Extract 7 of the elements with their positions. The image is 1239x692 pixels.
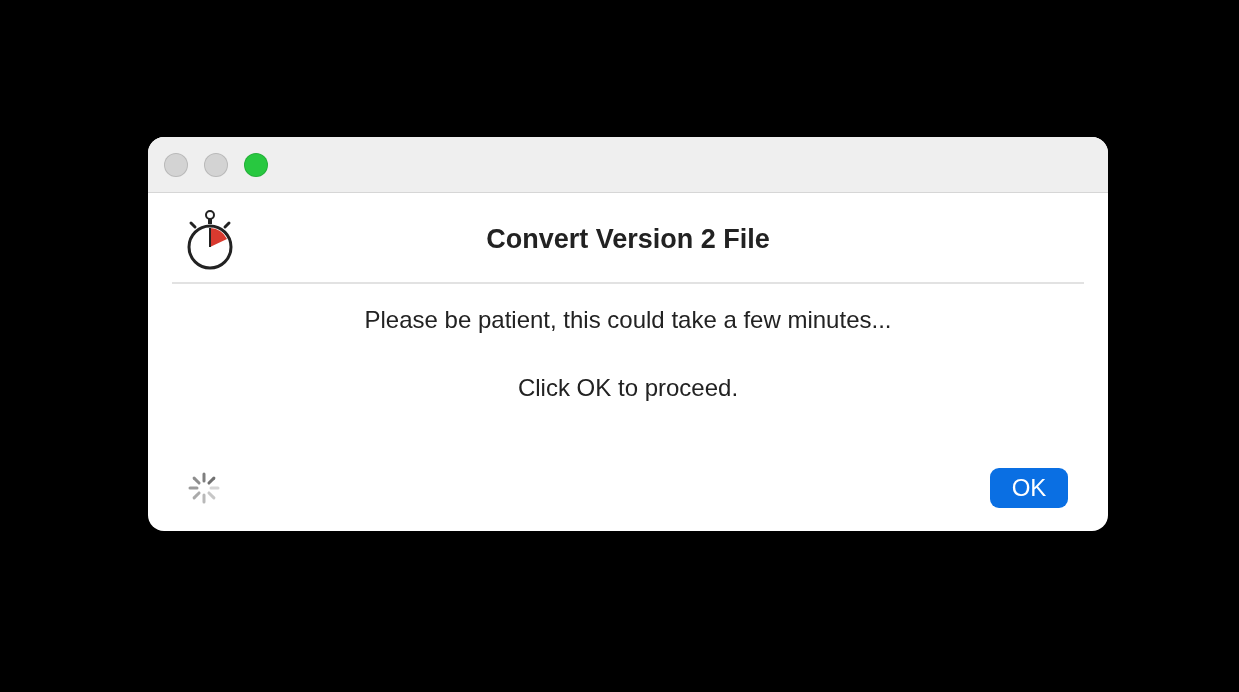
message-text: Please be patient, this could take a few minutes...	[363, 306, 893, 334]
dialog-title: Convert Version 2 File	[485, 224, 771, 255]
stopwatch-icon	[187, 208, 235, 271]
instruction-text: Click OK to proceed.	[516, 374, 740, 402]
spinner-icon	[188, 472, 220, 504]
ok-button[interactable]: OK	[990, 468, 1068, 508]
zoom-window-button[interactable]	[244, 152, 268, 177]
